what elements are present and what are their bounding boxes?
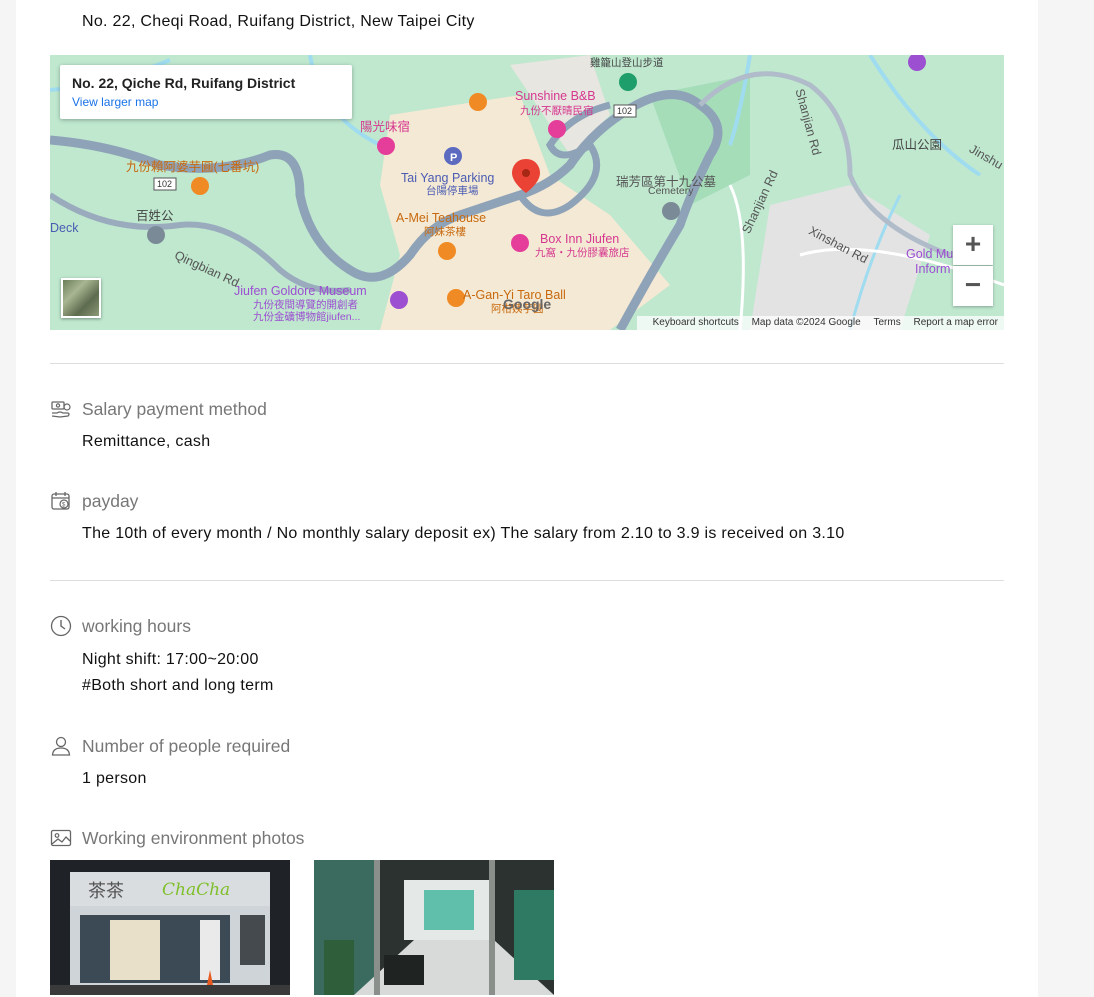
job-detail-card: No. 22, Cheqi Road, Ruifang District, Ne… xyxy=(16,0,1038,997)
map-label-inform: Inform xyxy=(915,262,951,276)
satellite-toggle-button[interactable] xyxy=(61,278,101,318)
working-hours-line2: #Both short and long term xyxy=(82,677,274,694)
clock-icon xyxy=(50,615,72,637)
salary-method-header: Salary payment method xyxy=(50,398,267,420)
view-larger-map-link[interactable]: View larger map xyxy=(72,95,340,109)
google-logo: Google xyxy=(503,296,552,312)
section-title: payday xyxy=(82,490,139,511)
map-label-boxinn-zh: 九窩・九份膠囊旅店 xyxy=(535,247,630,259)
payday-header: $ payday xyxy=(50,490,138,512)
people-required-header: Number of people required xyxy=(50,735,290,757)
working-hours-header: working hours xyxy=(50,615,191,637)
map-label-goldore[interactable]: Jiufen Goldore Museum xyxy=(234,284,367,298)
map-label-yangguang[interactable]: 陽光味宿 xyxy=(360,116,410,135)
payday-value: The 10th of every month / No monthly sal… xyxy=(82,525,845,542)
people-required-value: 1 person xyxy=(82,770,147,787)
terms-link[interactable]: Terms xyxy=(874,317,901,328)
address-text: No. 22, Cheqi Road, Ruifang District, Ne… xyxy=(82,13,475,30)
money-hand-icon xyxy=(50,398,72,420)
map-label-amei[interactable]: A-Mei Teahouse xyxy=(396,211,486,225)
parking-glyph: P xyxy=(450,152,457,164)
divider xyxy=(50,580,1004,581)
photos-header: Working environment photos xyxy=(50,827,304,849)
section-title: working hours xyxy=(82,615,191,636)
map-label-cemetery: Cemetery xyxy=(648,185,694,197)
map-label-taiyang-zh: 台陽停車場 xyxy=(426,185,479,197)
map-label-amei-zh: 阿妹茶樓 xyxy=(424,226,466,238)
map-label-baixing: 百姓公 xyxy=(136,209,174,223)
zoom-out-button[interactable]: − xyxy=(953,266,993,306)
store-sign-chinese: 茶茶 xyxy=(88,881,124,902)
work-photo-storefront[interactable]: 茶茶 ChaCha xyxy=(50,860,290,995)
embedded-map[interactable]: P 102 102 Sunshine B&B 九份不厭晴民宿 陽光味宿 九份賴阿… xyxy=(50,55,1004,330)
map-label-sunshine-zh: 九份不厭晴民宿 xyxy=(520,105,594,117)
map-label-goldore-zh2: 九份金礦博物館jiufen... xyxy=(253,311,361,323)
map-info-box: No. 22, Qiche Rd, Ruifang District View … xyxy=(60,65,352,119)
section-title: Working environment photos xyxy=(82,827,305,848)
calendar-money-icon: $ xyxy=(50,490,72,512)
map-label-goldmu[interactable]: Gold Mu xyxy=(906,247,953,261)
zoom-in-button[interactable]: + xyxy=(953,225,993,265)
map-label-sunshine[interactable]: Sunshine B&B xyxy=(515,89,596,103)
map-label-boxinn[interactable]: Box Inn Jiufen xyxy=(540,232,619,246)
person-icon xyxy=(50,735,72,757)
keyboard-shortcuts-link[interactable]: Keyboard shortcuts xyxy=(653,317,739,328)
section-title: Salary payment method xyxy=(82,398,267,419)
store-sign-logo: ChaCha xyxy=(162,880,230,900)
working-hours-line1: Night shift: 17:00~20:00 xyxy=(82,651,259,668)
map-label-guashan: 瓜山公園 xyxy=(892,138,943,152)
work-photo-interior[interactable] xyxy=(314,860,554,995)
divider xyxy=(50,363,1004,364)
map-label-deck: Deck xyxy=(50,221,79,235)
road-shield-102a: 102 xyxy=(157,179,172,189)
map-label-taro[interactable]: 九份賴阿婆芋圓(七番坑) xyxy=(126,156,259,175)
map-label-trail: 雞籠山登山步道 xyxy=(590,57,664,69)
salary-method-value: Remittance, cash xyxy=(82,433,211,450)
road-shield-102b: 102 xyxy=(617,106,632,116)
report-map-error-link[interactable]: Report a map error xyxy=(914,317,998,328)
map-data-text: Map data ©2024 Google xyxy=(751,317,861,328)
map-place-title: No. 22, Qiche Rd, Ruifang District xyxy=(72,75,296,91)
map-footer: Keyboard shortcuts Map data ©2024 Google… xyxy=(636,316,1004,330)
section-title: Number of people required xyxy=(82,735,291,756)
image-icon xyxy=(50,827,72,849)
